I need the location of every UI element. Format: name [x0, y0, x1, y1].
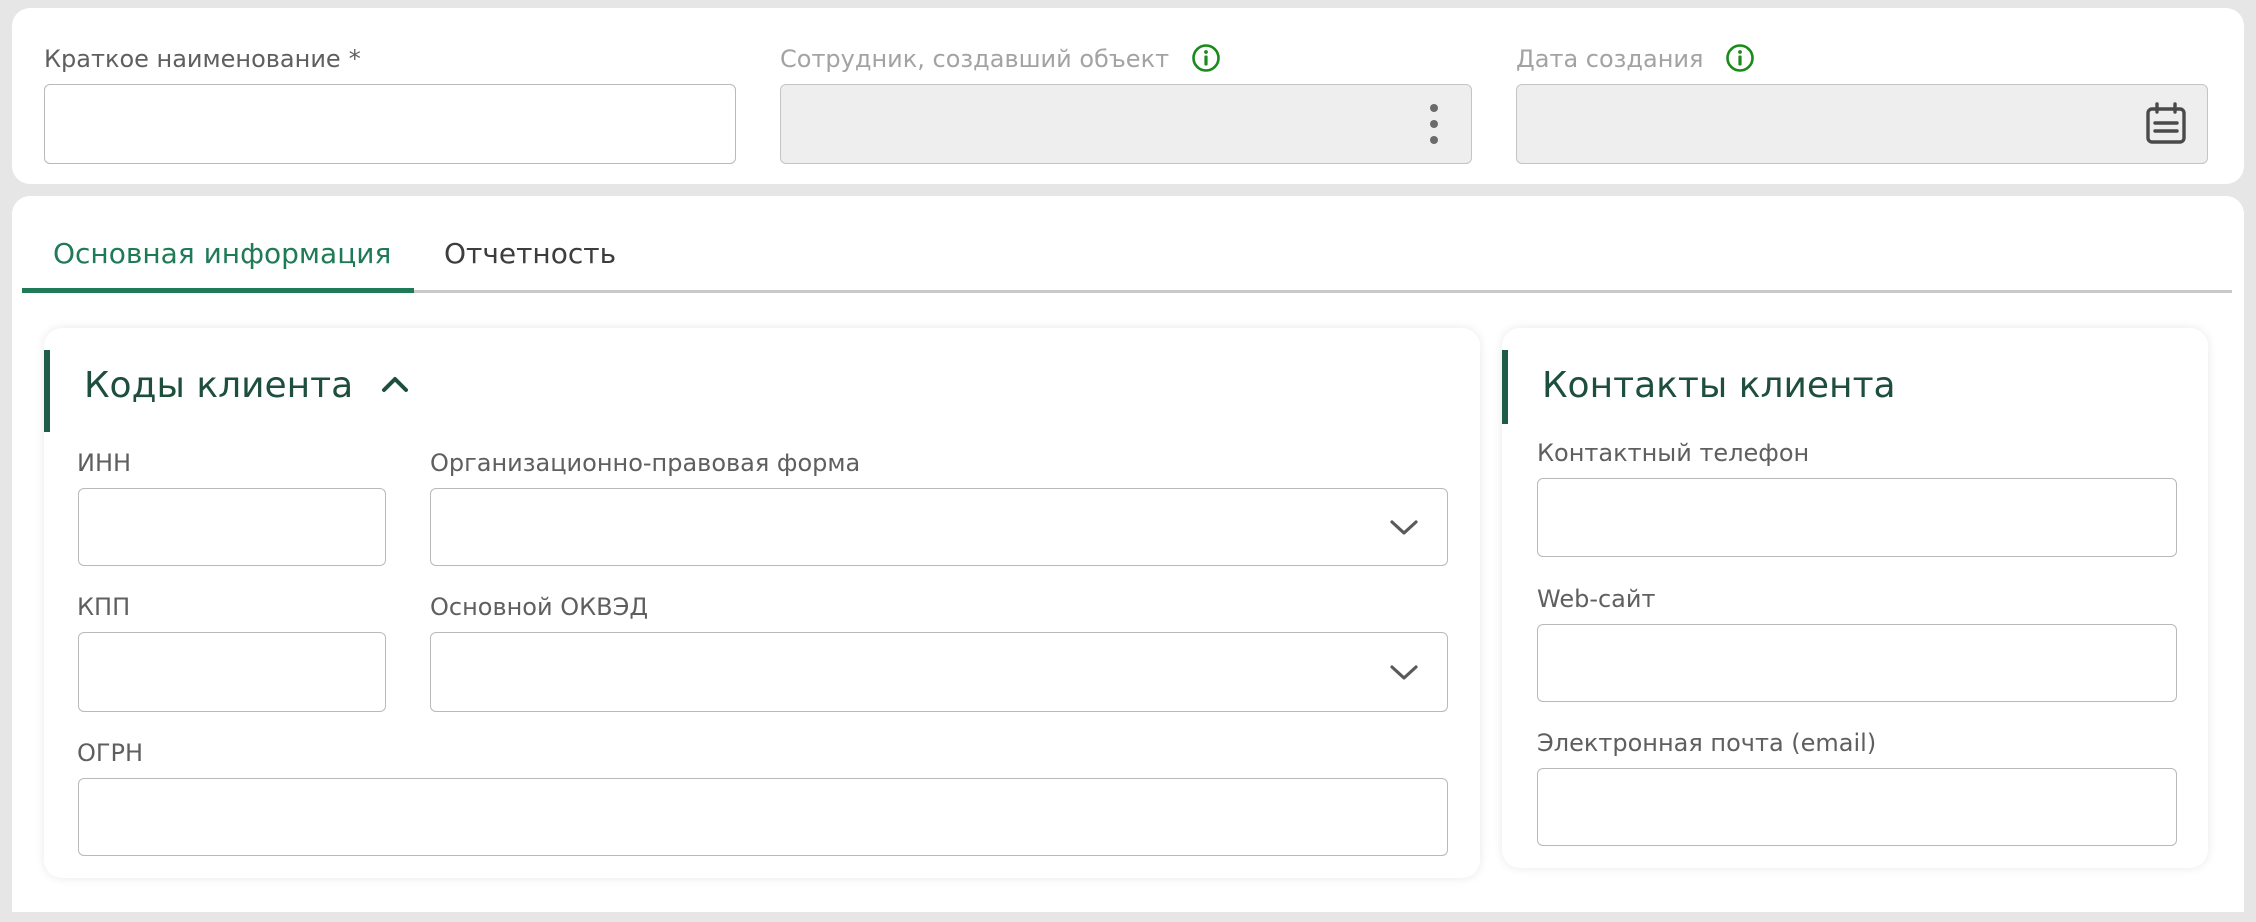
created-by-label-text: Сотрудник, создавший объект: [780, 45, 1170, 73]
website-label: Web-сайт: [1537, 585, 1656, 613]
tab-reports[interactable]: Отчетность: [444, 236, 616, 272]
client-codes-title-text: Коды клиента: [84, 365, 354, 406]
short-name-label-text: Краткое наименование: [44, 45, 341, 73]
active-tab-indicator: [22, 288, 414, 293]
created-by-label: Сотрудник, создавший объект: [780, 44, 1221, 74]
short-name-field[interactable]: [44, 84, 736, 164]
kpp-label: КПП: [77, 593, 131, 621]
website-input[interactable]: [1538, 625, 2176, 701]
ogrn-field[interactable]: [78, 778, 1448, 856]
calendar-icon[interactable]: [2143, 101, 2189, 147]
email-input[interactable]: [1538, 769, 2176, 845]
okved-select[interactable]: [430, 632, 1448, 712]
client-contacts-accent-bar: [1502, 350, 1508, 424]
short-name-input[interactable]: [45, 85, 735, 163]
created-date-label: Дата создания: [1516, 44, 1755, 74]
phone-input[interactable]: [1538, 479, 2176, 556]
inn-field[interactable]: [78, 488, 386, 566]
website-field[interactable]: [1537, 624, 2177, 702]
email-label: Электронная почта (email): [1537, 729, 1877, 757]
kpp-input[interactable]: [79, 633, 385, 711]
client-codes-title: Коды клиента: [84, 364, 409, 408]
tab-main-info[interactable]: Основная информация: [53, 236, 391, 272]
ogrn-label: ОГРН: [77, 739, 144, 767]
legal-form-select[interactable]: [430, 488, 1448, 566]
created-date-field: [1516, 84, 2208, 164]
client-codes-accent-bar: [44, 350, 50, 432]
chevron-up-icon[interactable]: [381, 375, 409, 393]
okved-label: Основной ОКВЭД: [430, 593, 649, 621]
client-contacts-title: Контакты клиента: [1542, 365, 1896, 406]
phone-field[interactable]: [1537, 478, 2177, 557]
legal-form-label: Организационно-правовая форма: [430, 449, 861, 477]
phone-label: Контактный телефон: [1537, 439, 1810, 467]
ogrn-input[interactable]: [79, 779, 1447, 855]
more-vertical-icon[interactable]: [1429, 102, 1439, 146]
required-mark: *: [348, 45, 361, 73]
info-icon[interactable]: [1191, 43, 1221, 73]
header-card: Краткое наименование * Сотрудник, создавш…: [12, 8, 2244, 184]
email-field[interactable]: [1537, 768, 2177, 846]
chevron-down-icon[interactable]: [1389, 518, 1419, 536]
created-date-label-text: Дата создания: [1516, 45, 1704, 73]
short-name-label: Краткое наименование *: [44, 44, 361, 74]
inn-label: ИНН: [77, 449, 132, 477]
chevron-down-icon[interactable]: [1389, 663, 1419, 681]
inn-input[interactable]: [79, 489, 385, 565]
kpp-field[interactable]: [78, 632, 386, 712]
created-by-field: [780, 84, 1472, 164]
info-icon[interactable]: [1725, 43, 1755, 73]
